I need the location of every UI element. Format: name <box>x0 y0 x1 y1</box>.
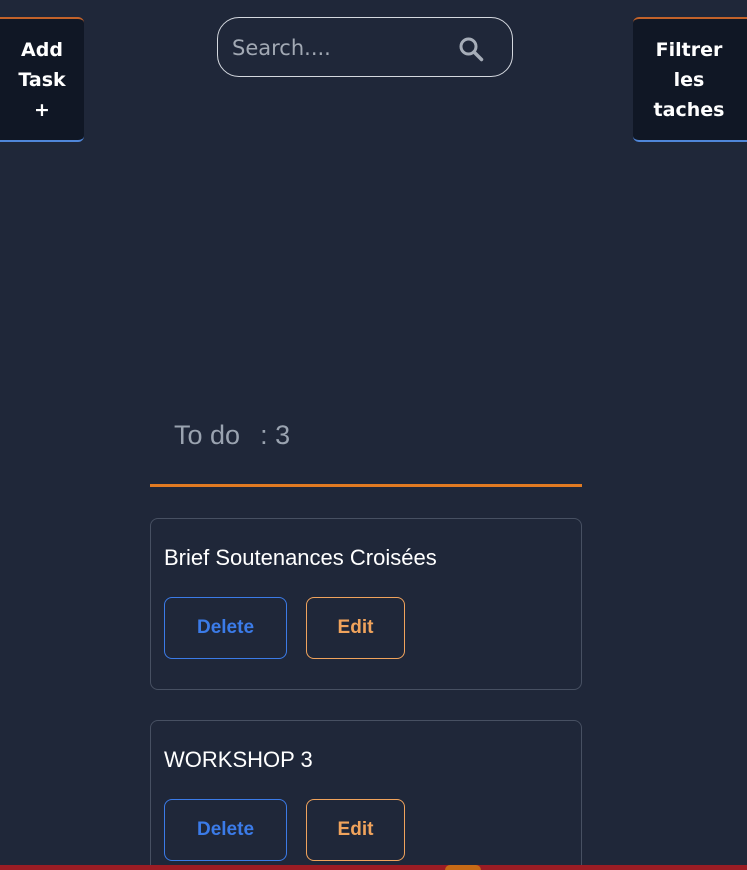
search-box <box>217 17 513 78</box>
search-input[interactable] <box>230 18 454 78</box>
column-underline <box>150 484 582 487</box>
bottom-border <box>0 865 747 870</box>
column-title-text: To do <box>174 420 241 450</box>
task-card: Brief Soutenances Croisées Delete Edit <box>150 518 582 690</box>
delete-button[interactable]: Delete <box>164 597 287 659</box>
column-count: : 3 <box>260 420 291 450</box>
task-title: WORKSHOP 3 <box>164 747 313 772</box>
search-icon[interactable] <box>458 36 484 62</box>
task-title: Brief Soutenances Croisées <box>164 545 437 570</box>
filter-tasks-label: Filtrer les taches <box>653 38 725 121</box>
column-title: To do : 3 <box>174 420 290 451</box>
edit-button[interactable]: Edit <box>306 799 405 861</box>
board-page: Add Task + Filtrer les taches To do : 3 B… <box>0 0 747 870</box>
task-card: WORKSHOP 3 Delete Edit <box>150 720 582 870</box>
add-task-button[interactable]: Add Task + <box>0 17 84 142</box>
bottom-handle <box>445 865 481 870</box>
delete-button[interactable]: Delete <box>164 799 287 861</box>
edit-button[interactable]: Edit <box>306 597 405 659</box>
add-task-label: Add Task + <box>18 38 66 121</box>
filter-tasks-button[interactable]: Filtrer les taches <box>633 17 747 142</box>
